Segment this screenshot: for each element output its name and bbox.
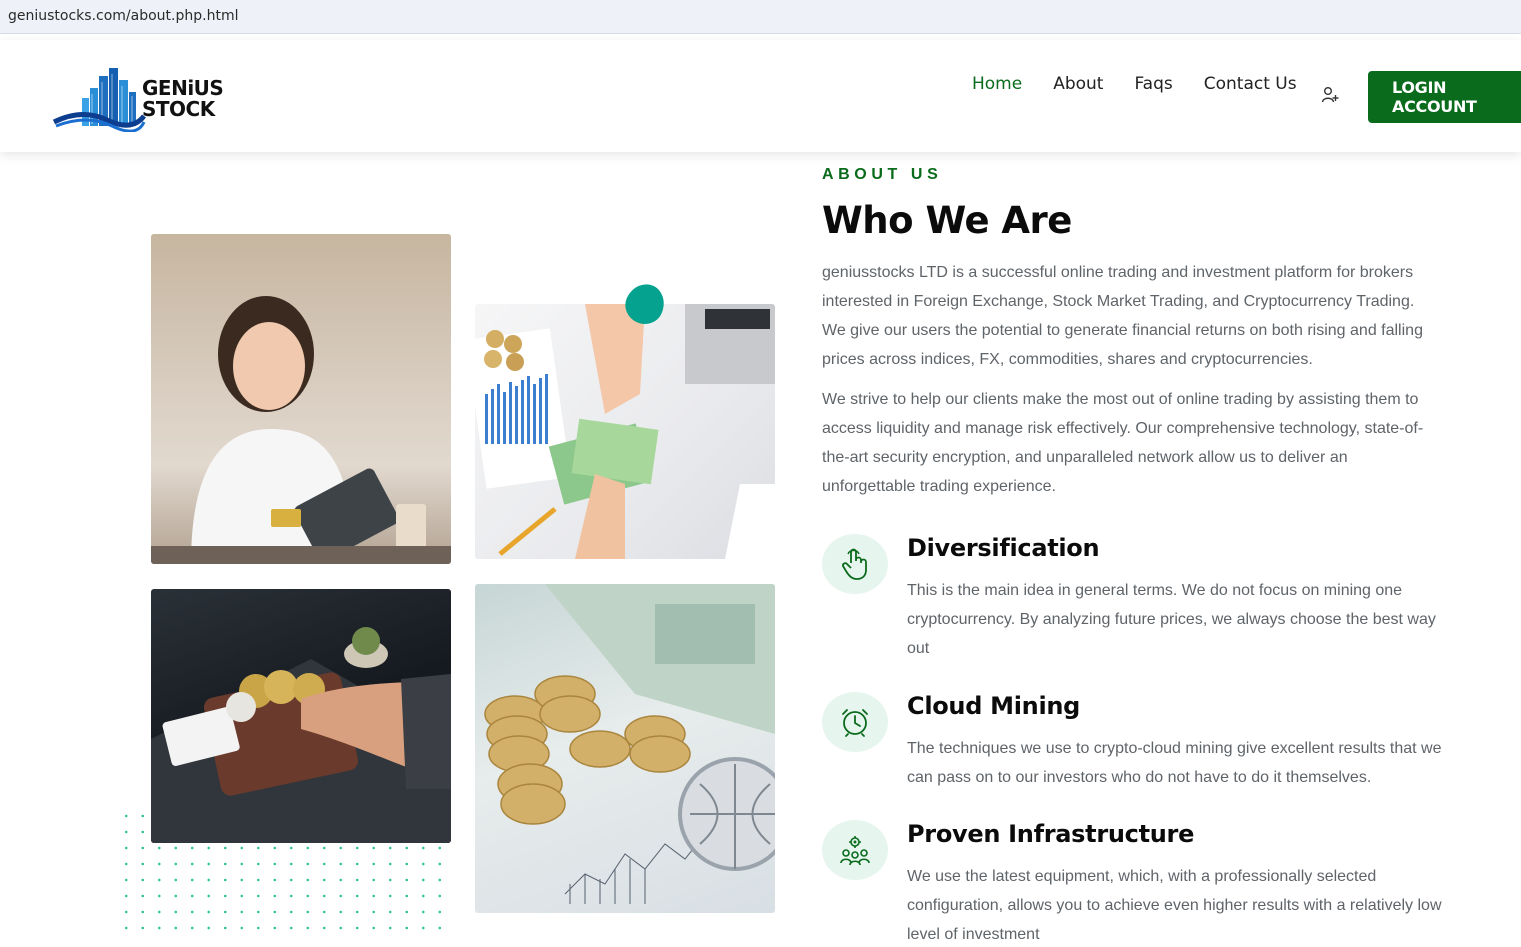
woman-tablet-illustration — [151, 234, 451, 564]
login-account-button[interactable]: LOGIN ACCOUNT — [1368, 71, 1521, 123]
alarm-clock-icon — [842, 709, 868, 737]
site-logo[interactable]: GENiUS STOCK — [52, 64, 224, 132]
feature-icon-badge — [822, 692, 888, 752]
browser-address-bar[interactable]: geniustocks.com/about.php.html — [0, 0, 1521, 34]
money-exchange-illustration — [475, 304, 775, 559]
nav-home[interactable]: Home — [972, 74, 1022, 94]
about-paragraph-1: geniusstocks LTD is a successful online … — [822, 264, 1423, 368]
logo-text-line1: GENiUS — [142, 76, 224, 100]
feature-title: Cloud Mining — [907, 692, 1081, 720]
feature-title: Diversification — [907, 534, 1100, 562]
feature-title: Proven Infrastructure — [907, 820, 1195, 848]
user-plus-icon[interactable] — [1321, 86, 1339, 104]
coins-dollars-illustration — [484, 584, 775, 904]
crypto-wallet-illustration — [151, 627, 451, 843]
about-paragraph-2: We strive to help our clients make the m… — [822, 391, 1424, 495]
nav-about[interactable]: About — [1053, 74, 1103, 94]
logo-text-line2: STOCK — [142, 97, 215, 121]
feature-icon-badge — [822, 534, 888, 594]
hand-pointer-icon — [842, 548, 867, 580]
site-header: GENiUS STOCK Home About Faqs Contact Us … — [0, 40, 1521, 152]
feature-icon-badge — [822, 820, 888, 880]
logo-text: GENiUS STOCK — [142, 76, 224, 121]
section-eyebrow: ABOUT US — [822, 166, 943, 183]
feature-text: We use the latest equipment, which, with… — [907, 868, 1442, 943]
section-title: Who We Are — [822, 199, 1072, 242]
url-text[interactable]: geniustocks.com/about.php.html — [8, 8, 238, 24]
feature-text: The techniques we use to crypto-cloud mi… — [907, 740, 1442, 786]
main-nav: Home About Faqs Contact Us — [972, 74, 1297, 94]
money-exchange-photo — [475, 304, 775, 559]
logo-buildings-icon — [52, 68, 146, 132]
woman-tablet-photo — [151, 234, 451, 564]
nav-faqs[interactable]: Faqs — [1134, 74, 1172, 94]
feature-text: This is the main idea in general terms. … — [907, 582, 1436, 657]
nav-contact-us[interactable]: Contact Us — [1204, 74, 1297, 94]
crypto-wallet-photo — [151, 589, 451, 843]
coins-and-dollars-photo — [475, 584, 775, 913]
team-gear-icon — [840, 836, 870, 866]
